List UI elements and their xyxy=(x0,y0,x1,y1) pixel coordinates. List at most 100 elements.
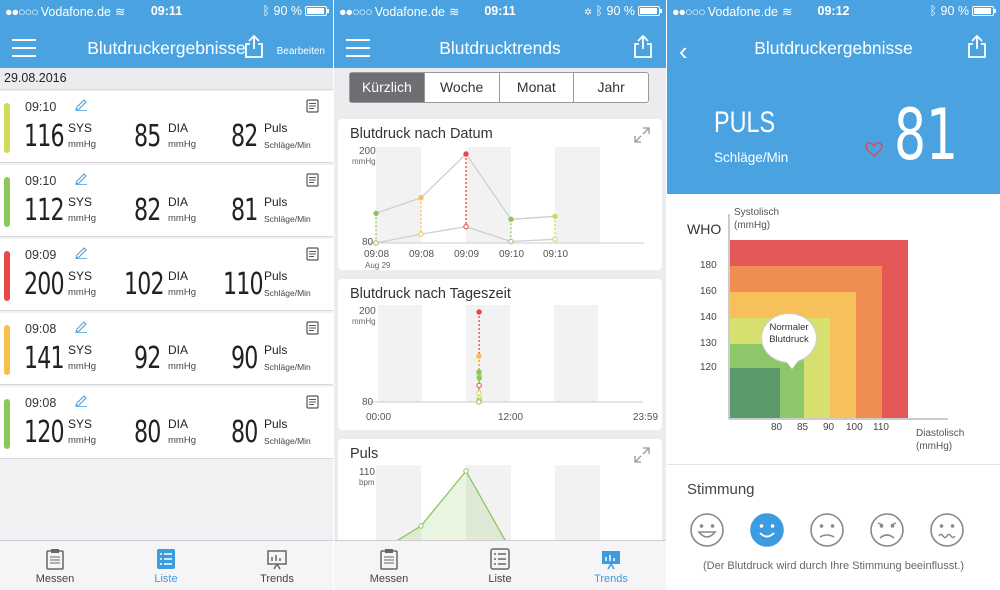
sys-point xyxy=(476,309,482,315)
unhappy-face-icon[interactable] xyxy=(869,512,905,548)
dia-point xyxy=(476,399,482,405)
share-icon[interactable] xyxy=(243,34,265,58)
sys-unit: mmHg xyxy=(68,361,96,372)
status-bar-indicator xyxy=(4,399,10,449)
x-label-start: 00:00 xyxy=(366,412,392,423)
y-tick: 130 xyxy=(700,338,717,349)
pulse-unit: Schläge/Min xyxy=(264,288,311,298)
y-tick: 180 xyxy=(700,260,717,271)
dia-label: DIA xyxy=(168,343,189,357)
grid-band xyxy=(466,305,510,402)
y-tick: 120 xyxy=(700,362,717,373)
note-icon[interactable] xyxy=(306,395,319,409)
period-segmented-control: Kürzlich Woche Monat Jahr xyxy=(349,72,649,103)
expand-icon[interactable] xyxy=(634,447,650,463)
very-happy-face-icon[interactable] xyxy=(689,512,725,548)
chart-title: Blutdruck nach Datum xyxy=(350,126,493,142)
list-item[interactable]: 09:09 200 SYS mmHg 102 DIA mmHg 110 Puls Schläge/… xyxy=(0,239,333,311)
results-list-screen: ●●○○○ Vodafone.de ≋ 09:11 ᛒ 90 % Blutdruck… xyxy=(0,0,333,590)
bluetooth-icon: ᛒ xyxy=(262,4,271,18)
dia-point xyxy=(463,223,469,230)
status-bar-indicator xyxy=(4,103,10,153)
chart-card-by-daytime[interactable]: Blutdruck nach Tageszeit 200 mmHg 80 00:… xyxy=(338,279,662,430)
tab-bar: Messen Liste Trends xyxy=(0,540,333,590)
battery-percent: 90 % xyxy=(273,4,303,18)
neutral-face-icon[interactable] xyxy=(809,512,845,548)
grid-band xyxy=(554,305,598,402)
segment-month[interactable]: Monat xyxy=(498,73,574,102)
pencil-icon[interactable] xyxy=(75,320,88,333)
tab-label: Liste xyxy=(488,573,512,585)
list-item[interactable]: 09:10 116 SYS mmHg 85 DIA mmHg 82 Puls Schläge/Mi… xyxy=(0,91,333,163)
dia-point xyxy=(508,238,514,245)
x-axis-title: Diastolisch (mmHg) xyxy=(916,427,964,453)
pencil-icon[interactable] xyxy=(75,98,88,111)
pulse-label: Puls xyxy=(264,195,288,209)
note-icon[interactable] xyxy=(306,173,319,187)
segment-year[interactable]: Jahr xyxy=(573,73,648,102)
divider xyxy=(667,464,1000,465)
tab-label: Messen xyxy=(369,573,409,585)
sys-unit: mmHg xyxy=(68,287,96,298)
list-icon xyxy=(157,549,175,569)
pulse-value: 90 xyxy=(231,341,258,376)
pulse-label: Puls xyxy=(264,121,288,135)
pencil-icon[interactable] xyxy=(75,394,88,407)
pencil-icon[interactable] xyxy=(75,172,88,185)
tab-messen[interactable]: Messen xyxy=(0,541,110,590)
sys-label: SYS xyxy=(68,343,93,357)
tab-label: Messen xyxy=(35,573,75,585)
trends-screen: ●●○○○ Vodafone.de ≋ 09:11 ✲ ᛒ 90 % Blutdru… xyxy=(334,0,666,590)
list-item[interactable]: 09:08 120 SYS mmHg 80 DIA mmHg 80 Puls Schläge/Mi… xyxy=(0,387,333,459)
segment-week[interactable]: Woche xyxy=(423,73,499,102)
dia-value: 92 xyxy=(134,341,161,376)
note-icon[interactable] xyxy=(306,99,319,113)
expand-icon[interactable] xyxy=(634,127,650,143)
sys-point xyxy=(508,216,514,222)
x-tick: 80 xyxy=(771,422,783,433)
dia-unit: mmHg xyxy=(168,287,196,298)
sys-point xyxy=(476,353,482,359)
sync-icon: ✲ xyxy=(584,4,593,18)
pulse-value: 110 xyxy=(223,267,264,302)
chart-card-pulse[interactable]: Puls 110 bpm xyxy=(338,439,662,549)
sick-face-icon[interactable] xyxy=(929,512,965,548)
dia-label: DIA xyxy=(168,417,189,431)
mood-note: (Der Blutdruck wird durch Ihre Stimmung … xyxy=(702,560,965,572)
pulse-value: 80 xyxy=(231,415,258,450)
dia-label: DIA xyxy=(168,269,189,283)
share-icon[interactable] xyxy=(632,34,654,58)
pulse-point xyxy=(418,523,424,529)
sys-point xyxy=(418,195,424,201)
tab-messen[interactable]: Messen xyxy=(334,541,444,590)
date-label: Aug 29 xyxy=(365,261,391,270)
sys-value: 112 xyxy=(24,193,65,228)
y-max-label: 200 xyxy=(359,146,376,157)
dia-value: 102 xyxy=(124,267,165,302)
list-item[interactable]: 09:10 112 SYS mmHg 82 DIA mmHg 81 Puls Schläge/Mi… xyxy=(0,165,333,237)
tab-label: Trends xyxy=(594,573,628,585)
note-icon[interactable] xyxy=(306,247,319,261)
tab-trends[interactable]: Trends xyxy=(222,541,332,590)
note-icon[interactable] xyxy=(306,321,319,335)
list-item[interactable]: 09:08 141 SYS mmHg 92 DIA mmHg 90 Puls Schläge/Mi… xyxy=(0,313,333,385)
sys-label: SYS xyxy=(68,417,93,431)
status-bar: ●●○○○ Vodafone.de ≋ 09:11 ᛒ 90 % xyxy=(0,0,333,22)
bubble-line-2: Blutdruck xyxy=(769,334,809,345)
nav-bar: ●●○○○ Vodafone.de ≋ 09:11 ✲ ᛒ 90 % Blutdru… xyxy=(334,0,666,68)
chart-card-by-date[interactable]: Blutdruck nach Datum 200 mmHg 80 Aug 29 … xyxy=(338,119,662,270)
happy-face-icon[interactable] xyxy=(749,512,785,548)
battery-percent: 90 % xyxy=(606,4,636,18)
dia-value: 82 xyxy=(134,193,161,228)
edit-button[interactable]: Bearbeiten xyxy=(277,46,325,57)
list-icon xyxy=(490,548,510,570)
x-tick: 100 xyxy=(846,422,863,433)
tab-liste[interactable]: Liste xyxy=(111,541,221,590)
pencil-icon[interactable] xyxy=(75,246,88,259)
segment-recent[interactable]: Kürzlich xyxy=(350,73,424,102)
x-tick-label: 09:08 xyxy=(364,249,390,260)
tab-bar: Messen Liste Trends xyxy=(334,540,666,590)
y-tick: 140 xyxy=(700,312,717,323)
tab-liste[interactable]: Liste xyxy=(445,541,555,590)
tab-trends[interactable]: Trends xyxy=(556,541,666,590)
